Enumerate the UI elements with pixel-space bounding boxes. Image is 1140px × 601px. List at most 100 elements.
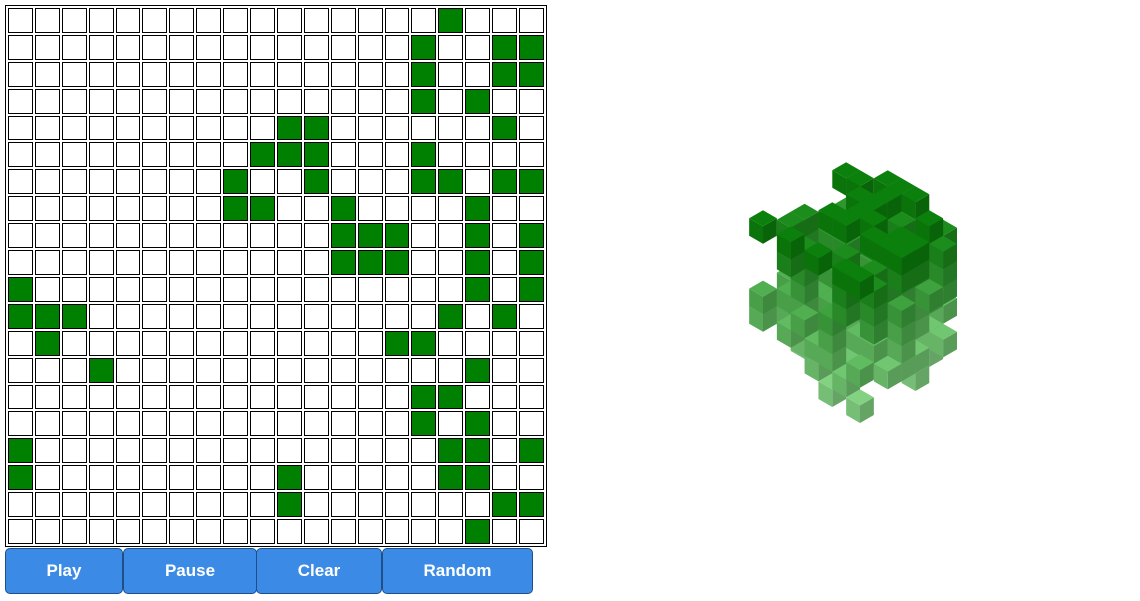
grid-cell[interactable] — [61, 357, 87, 383]
grid-cell[interactable] — [357, 276, 383, 302]
grid-cell[interactable] — [196, 465, 222, 491]
grid-cell[interactable] — [223, 465, 249, 491]
grid-cell[interactable] — [330, 169, 356, 195]
grid-cell[interactable] — [88, 276, 114, 302]
grid-cell[interactable] — [465, 169, 491, 195]
grid-cell[interactable] — [88, 61, 114, 87]
grid-cell[interactable] — [196, 250, 222, 275]
grid-cell[interactable] — [492, 223, 518, 249]
grid-cell[interactable] — [438, 357, 464, 383]
grid-cell[interactable] — [276, 330, 302, 356]
grid-cell[interactable] — [357, 142, 383, 168]
grid-cell[interactable] — [330, 330, 356, 356]
grid-cell[interactable] — [465, 438, 491, 464]
grid-cell[interactable] — [438, 276, 464, 302]
grid-cell[interactable] — [88, 88, 114, 114]
grid-cell[interactable] — [142, 196, 168, 222]
grid-cell[interactable] — [34, 492, 60, 518]
grid-cell[interactable] — [8, 196, 33, 222]
grid-cell[interactable] — [519, 142, 544, 168]
grid-cell[interactable] — [115, 8, 141, 33]
grid-cell[interactable] — [519, 34, 544, 60]
grid-cell[interactable] — [438, 142, 464, 168]
grid-cell[interactable] — [276, 169, 302, 195]
grid-cell[interactable] — [492, 115, 518, 141]
grid-cell[interactable] — [411, 492, 437, 518]
grid-cell[interactable] — [115, 438, 141, 464]
grid-cell[interactable] — [330, 303, 356, 329]
grid-cell[interactable] — [492, 465, 518, 491]
grid-cell[interactable] — [223, 519, 249, 544]
grid-cell[interactable] — [357, 8, 383, 33]
grid-cell[interactable] — [196, 276, 222, 302]
grid-cell[interactable] — [357, 115, 383, 141]
grid-cell[interactable] — [384, 519, 410, 544]
grid-cell[interactable] — [142, 384, 168, 410]
grid-cell[interactable] — [330, 34, 356, 60]
grid-cell[interactable] — [330, 8, 356, 33]
grid-cell[interactable] — [384, 276, 410, 302]
grid-cell[interactable] — [330, 61, 356, 87]
grid-cell[interactable] — [384, 438, 410, 464]
grid-cell[interactable] — [492, 276, 518, 302]
grid-cell[interactable] — [303, 169, 329, 195]
grid-cell[interactable] — [492, 142, 518, 168]
grid-cell[interactable] — [115, 330, 141, 356]
grid-cell[interactable] — [34, 250, 60, 275]
grid-cell[interactable] — [276, 142, 302, 168]
grid-cell[interactable] — [303, 411, 329, 437]
grid-cell[interactable] — [115, 34, 141, 60]
grid-cell[interactable] — [8, 88, 33, 114]
grid-cell[interactable] — [303, 196, 329, 222]
life-grid-board[interactable] — [5, 5, 547, 547]
grid-cell[interactable] — [142, 8, 168, 33]
grid-cell[interactable] — [196, 411, 222, 437]
grid-cell[interactable] — [492, 411, 518, 437]
grid-cell[interactable] — [169, 492, 195, 518]
grid-cell[interactable] — [519, 169, 544, 195]
grid-cell[interactable] — [88, 250, 114, 275]
grid-cell[interactable] — [384, 8, 410, 33]
grid-cell[interactable] — [357, 492, 383, 518]
grid-cell[interactable] — [142, 330, 168, 356]
grid-cell[interactable] — [115, 196, 141, 222]
grid-cell[interactable] — [34, 465, 60, 491]
grid-cell[interactable] — [276, 411, 302, 437]
grid-cell[interactable] — [519, 223, 544, 249]
grid-cell[interactable] — [34, 223, 60, 249]
grid-cell[interactable] — [438, 303, 464, 329]
grid-cell[interactable] — [438, 250, 464, 275]
grid-cell[interactable] — [115, 115, 141, 141]
grid-cell[interactable] — [384, 34, 410, 60]
grid-cell[interactable] — [465, 276, 491, 302]
grid-cell[interactable] — [34, 276, 60, 302]
grid-cell[interactable] — [303, 88, 329, 114]
grid-cell[interactable] — [61, 438, 87, 464]
grid-cell[interactable] — [115, 357, 141, 383]
grid-cell[interactable] — [88, 196, 114, 222]
grid-cell[interactable] — [34, 88, 60, 114]
grid-cell[interactable] — [61, 61, 87, 87]
grid-cell[interactable] — [61, 88, 87, 114]
grid-cell[interactable] — [384, 357, 410, 383]
grid-cell[interactable] — [519, 519, 544, 544]
grid-cell[interactable] — [357, 357, 383, 383]
grid-cell[interactable] — [169, 303, 195, 329]
grid-cell[interactable] — [492, 438, 518, 464]
grid-cell[interactable] — [465, 411, 491, 437]
grid-cell[interactable] — [519, 438, 544, 464]
grid-cell[interactable] — [330, 465, 356, 491]
grid-cell[interactable] — [411, 276, 437, 302]
grid-cell[interactable] — [196, 115, 222, 141]
grid-cell[interactable] — [142, 34, 168, 60]
grid-cell[interactable] — [276, 34, 302, 60]
grid-cell[interactable] — [142, 303, 168, 329]
grid-cell[interactable] — [169, 142, 195, 168]
grid-cell[interactable] — [357, 438, 383, 464]
clear-button[interactable]: Clear — [256, 548, 382, 594]
grid-cell[interactable] — [34, 61, 60, 87]
grid-cell[interactable] — [330, 142, 356, 168]
grid-cell[interactable] — [330, 196, 356, 222]
grid-cell[interactable] — [438, 330, 464, 356]
grid-cell[interactable] — [384, 330, 410, 356]
